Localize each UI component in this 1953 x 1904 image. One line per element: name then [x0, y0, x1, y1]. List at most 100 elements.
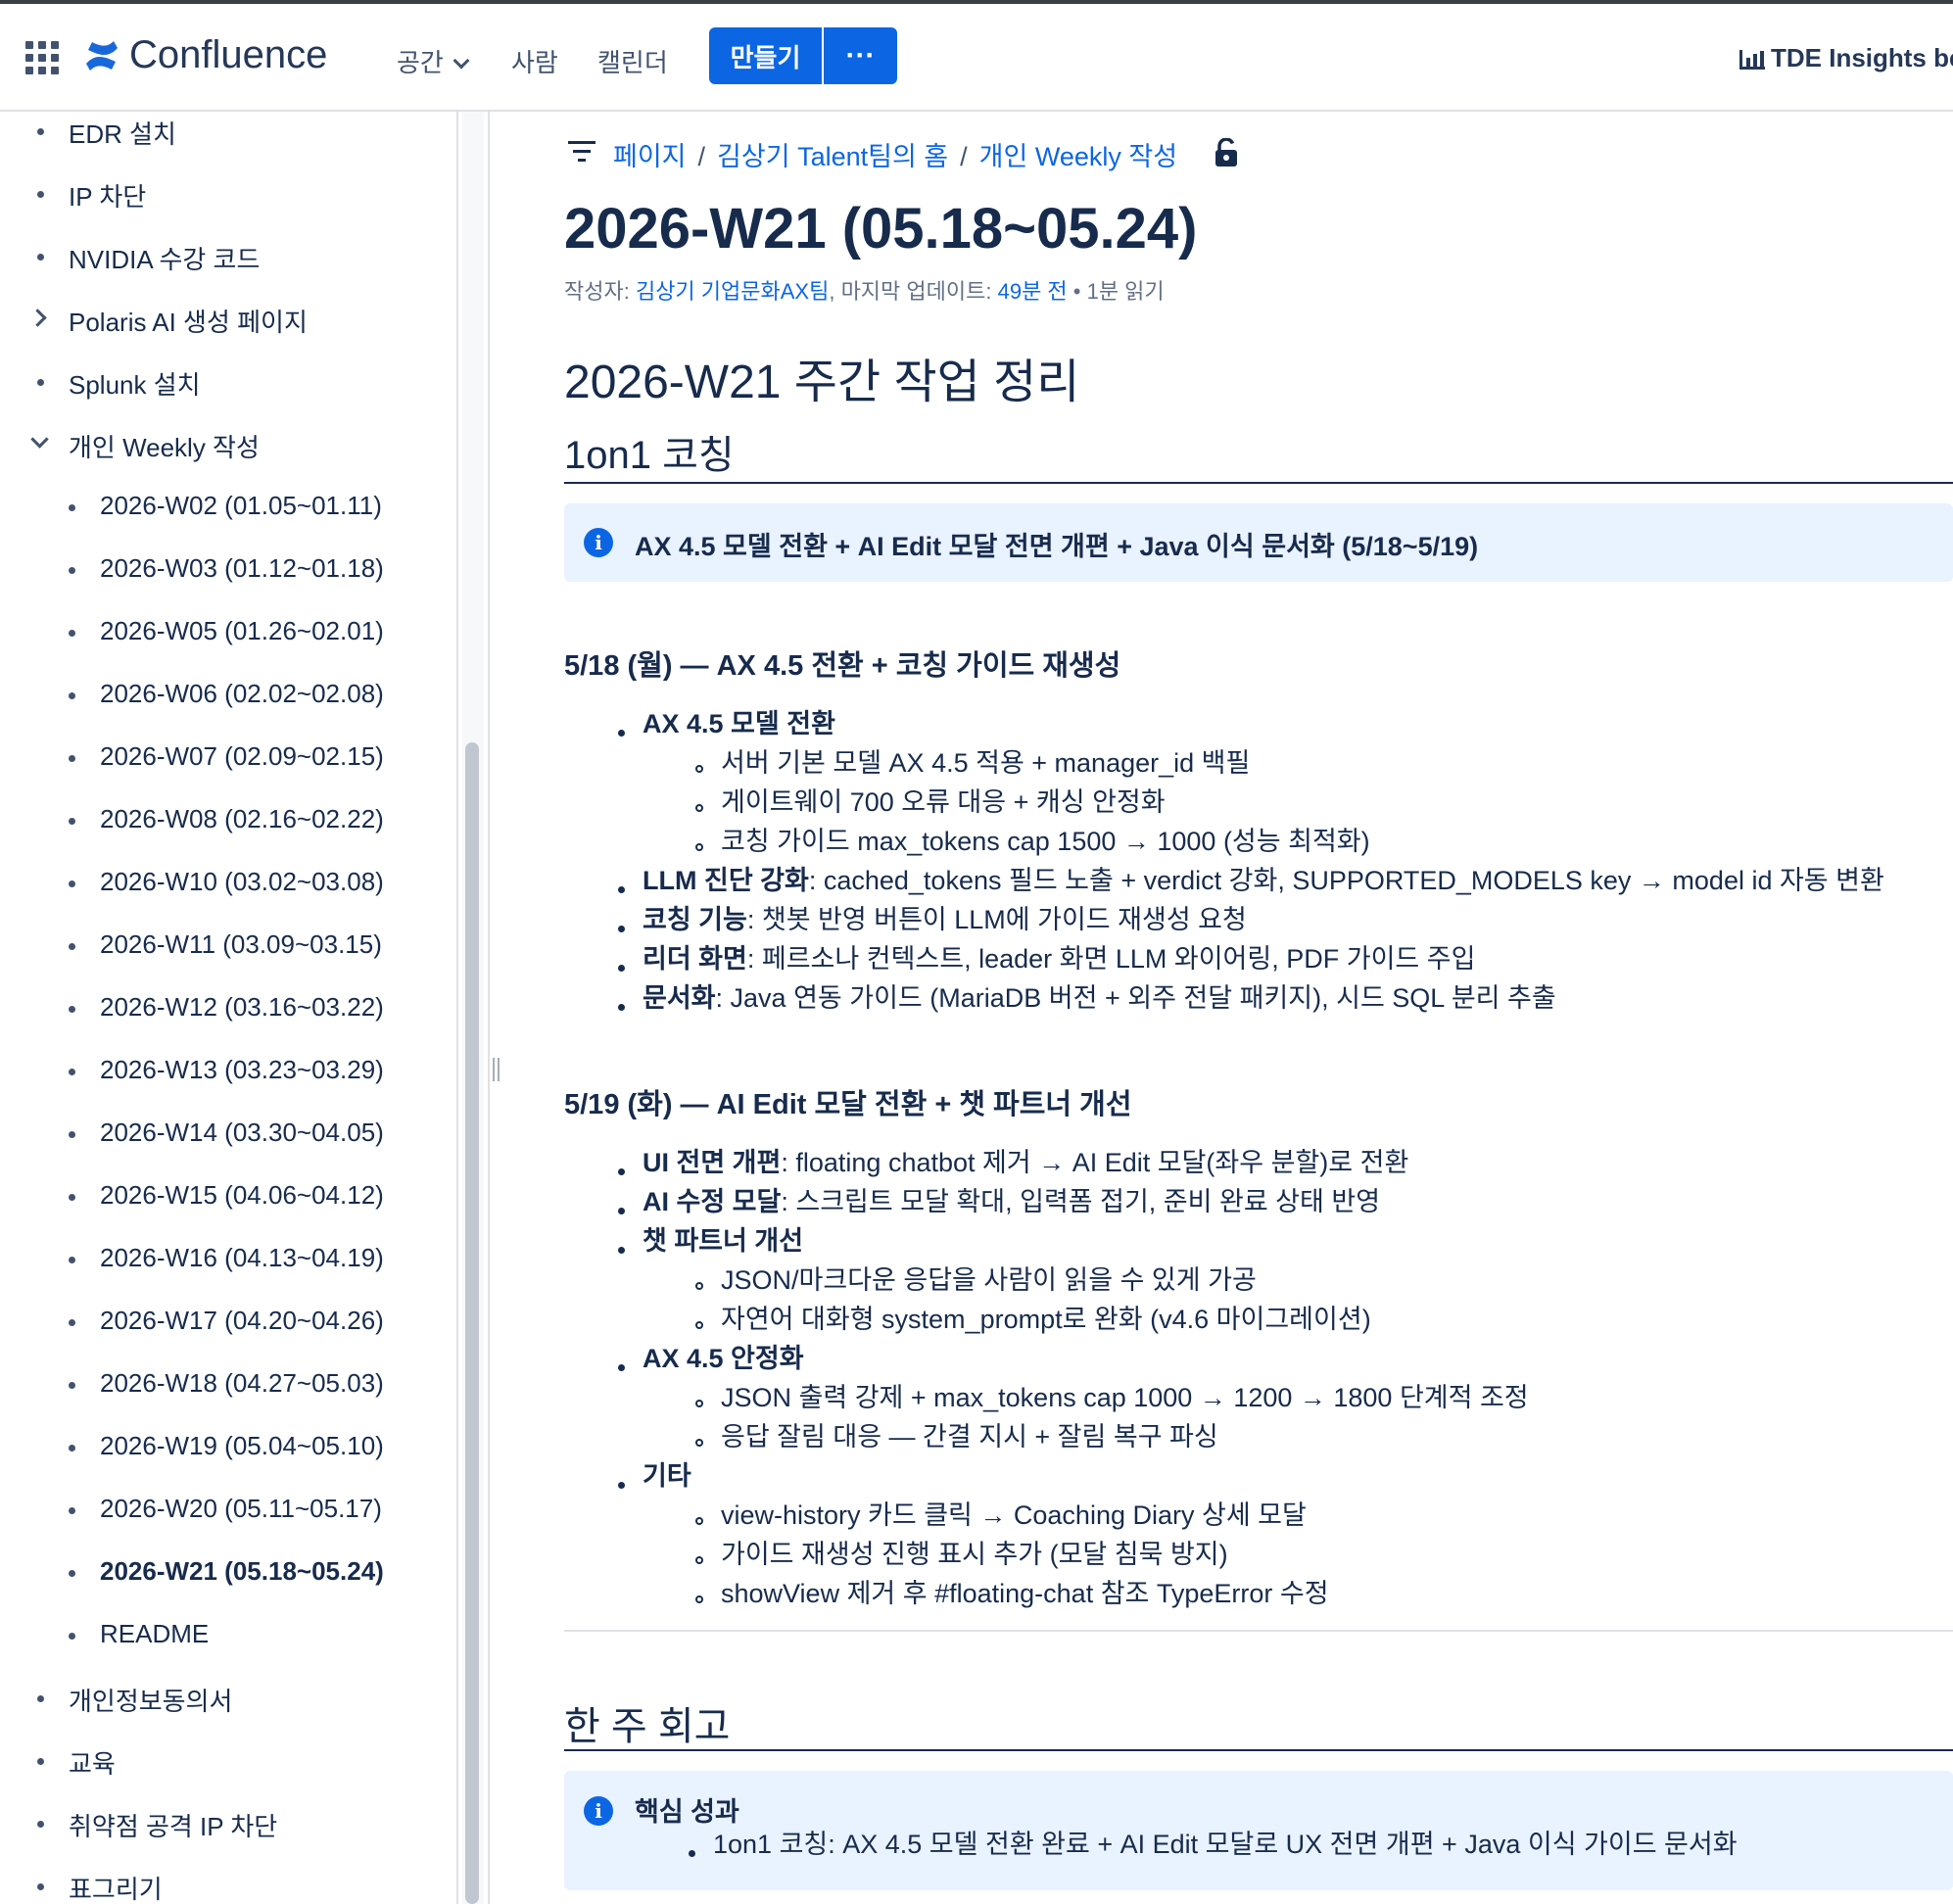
sidebar-item-label: 2026-W16 (04.13~04.19): [100, 1243, 384, 1272]
sidebar-item-label: 2026-W15 (04.06~04.12): [100, 1180, 384, 1210]
sidebar-weekly-item[interactable]: 2026-W03 (01.12~01.18): [0, 550, 431, 590]
sub-list-item: 가이드 재생성 진행 표시 추가 (모달 침묵 방지): [721, 1540, 1228, 1569]
bullet-icon: [69, 692, 75, 699]
sidebar-resize-handle[interactable]: [493, 1058, 502, 1081]
sidebar-scrollbar-thumb[interactable]: [465, 742, 479, 1904]
list-item-label: AX 4.5 안정화: [643, 1344, 804, 1373]
sidebar-item[interactable]: 교육: [0, 1741, 431, 1781]
list-item: 리더 화면: 페르소나 컨텍스트, leader 화면 LLM 와이어링, PD…: [643, 942, 1475, 976]
bullet-icon: [618, 886, 625, 893]
sidebar-item[interactable]: 개인정보동의서: [0, 1679, 431, 1718]
bullet-icon: [37, 1695, 44, 1702]
filter-icon[interactable]: [568, 141, 595, 163]
bullet-icon: [618, 1482, 625, 1489]
list-item-label: UI 전면 개편: [643, 1148, 782, 1177]
breadcrumb-item[interactable]: 김상기 Talent팀의 홈: [717, 142, 948, 171]
sidebar-item[interactable]: NVIDIA 수강 코드: [0, 237, 431, 276]
sidebar-weekly-item[interactable]: 2026-W10 (03.02~03.08): [0, 864, 431, 903]
app-name[interactable]: Confluence: [129, 33, 327, 77]
sidebar-weekly-item[interactable]: 2026-W20 (05.11~05.17): [0, 1491, 431, 1530]
nav-people[interactable]: 사람: [511, 43, 558, 79]
bullet-icon: [618, 965, 625, 972]
sidebar-weekly-item-current[interactable]: 2026-W21 (05.18~05.24): [0, 1553, 431, 1593]
sidebar-weekly-item[interactable]: 2026-W16 (04.13~04.19): [0, 1240, 431, 1279]
sidebar-item-label: 2026-W08 (02.16~02.22): [100, 804, 384, 833]
sidebar-weekly-item[interactable]: README: [0, 1616, 431, 1655]
sidebar-weekly-item[interactable]: 2026-W17 (04.20~04.26): [0, 1303, 431, 1342]
confluence-logo-icon[interactable]: [84, 39, 119, 72]
sidebar-item[interactable]: Splunk 설치: [0, 362, 431, 402]
breadcrumb-item[interactable]: 페이지: [613, 142, 687, 171]
sidebar-weekly-item[interactable]: 2026-W19 (05.04~05.10): [0, 1428, 431, 1467]
sidebar-item[interactable]: 표그리기: [0, 1867, 431, 1904]
breadcrumb-item[interactable]: 개인 Weekly 작성: [979, 142, 1177, 171]
bullet-icon: [69, 1319, 75, 1326]
unlock-icon[interactable]: [1215, 138, 1240, 167]
bullet-icon: [618, 926, 625, 932]
sub-list-item: 게이트웨이 700 오류 대응 + 캐싱 안정화: [721, 787, 1166, 817]
sidebar-weekly-item[interactable]: 2026-W11 (03.09~03.15): [0, 927, 431, 966]
sub-list-item: 코칭 가이드 max_tokens cap 1500 → 1000 (성능 최적…: [721, 827, 1370, 856]
page-title: 2026-W21 (05.18~05.24): [564, 197, 1198, 261]
app-switcher-icon[interactable]: [25, 41, 59, 74]
tde-insights-button[interactable]: TDE Insights be: [1739, 43, 1953, 73]
section-divider: [564, 482, 1953, 484]
sidebar-item-label: 2026-W13 (03.23~03.29): [100, 1055, 384, 1084]
list-item-text: : floating chatbot 제거 → AI Edit 모달(좌우 분할…: [781, 1148, 1409, 1177]
create-more-button[interactable]: ···: [824, 27, 897, 84]
sidebar-item-label: IP 차단: [69, 182, 147, 212]
sub-bullet-icon: [695, 804, 703, 812]
list-item: 코칭 기능: 챗봇 반영 버튼이 LLM에 가이드 재생성 요청: [643, 903, 1247, 936]
byline-read-time: • 1분 읽기: [1067, 279, 1165, 304]
page-tree-sidebar: EDR 설치 IP 차단 NVIDIA 수강 코드 Polaris AI 생성 …: [0, 112, 456, 1904]
sidebar-item[interactable]: 개인 Weekly 작성: [0, 425, 431, 464]
sidebar-weekly-item[interactable]: 2026-W13 (03.23~03.29): [0, 1052, 431, 1091]
sidebar-weekly-item[interactable]: 2026-W08 (02.16~02.22): [0, 801, 431, 840]
bullet-icon: [618, 730, 625, 737]
list-item-label: 리더 화면: [643, 944, 747, 974]
bullet-icon: [37, 128, 44, 135]
bullet-icon: [69, 943, 75, 950]
sidebar-weekly-item[interactable]: 2026-W05 (01.26~02.01): [0, 613, 431, 652]
list-item-label: LLM 진단 강화: [643, 866, 809, 895]
sidebar-weekly-item[interactable]: 2026-W18 (04.27~05.03): [0, 1365, 431, 1404]
bullet-icon: [69, 567, 75, 574]
sidebar-weekly-item[interactable]: 2026-W07 (02.09~02.15): [0, 738, 431, 778]
top-navigation: Confluence 공간 사람 캘린더 만들기 ··· TDE Insight…: [0, 4, 1953, 112]
info-panel-text: AX 4.5 모델 전환 + AI Edit 모달 전면 개편 + Java 이…: [635, 532, 1479, 561]
nav-calendar[interactable]: 캘린더: [597, 43, 668, 79]
sidebar-item[interactable]: 취약점 공격 IP 차단: [0, 1804, 431, 1843]
list-item-label: 문서화: [643, 983, 716, 1013]
sidebar-weekly-item[interactable]: 2026-W02 (01.05~01.11): [0, 488, 431, 527]
bullet-icon: [618, 1247, 625, 1254]
sidebar-item-label: EDR 설치: [69, 119, 176, 149]
sub-bullet-icon: [695, 1439, 703, 1447]
list-item-text: : 스크립트 모달 확대, 입력폼 접기, 준비 완료 상태 반영: [781, 1187, 1381, 1216]
sidebar-item-label: 개인정보동의서: [69, 1687, 233, 1716]
list-item: 챗 파트너 개선: [643, 1224, 803, 1258]
sidebar-weekly-item[interactable]: 2026-W15 (04.06~04.12): [0, 1177, 431, 1216]
sidebar-item[interactable]: IP 차단: [0, 174, 431, 214]
sidebar-item[interactable]: EDR 설치: [0, 112, 431, 151]
byline-updated-link[interactable]: 49분 전: [998, 279, 1068, 304]
list-item: 기타: [643, 1459, 691, 1493]
sidebar-weekly-item[interactable]: 2026-W12 (03.16~03.22): [0, 989, 431, 1028]
bullet-icon: [69, 1507, 75, 1514]
bullet-icon: [37, 254, 44, 261]
bullet-icon: [37, 1821, 44, 1828]
sidebar-item[interactable]: Polaris AI 생성 페이지: [0, 300, 431, 339]
bullet-icon: [69, 1257, 75, 1263]
chevron-right-icon[interactable]: [28, 309, 47, 327]
sidebar-item-label: 2026-W12 (03.16~03.22): [100, 992, 384, 1022]
sidebar-weekly-item[interactable]: 2026-W06 (02.02~02.08): [0, 676, 431, 715]
chevron-down-icon[interactable]: [30, 430, 49, 449]
list-item: AX 4.5 안정화: [643, 1342, 804, 1375]
sidebar-weekly-item[interactable]: 2026-W14 (03.30~04.05): [0, 1115, 431, 1154]
sub-bullet-icon: [695, 1400, 703, 1407]
bar-chart-icon: [1739, 50, 1765, 71]
create-button[interactable]: 만들기: [709, 27, 822, 84]
nav-spaces[interactable]: 공간: [397, 43, 470, 79]
sub-bullet-icon: [695, 765, 703, 773]
byline-author-link[interactable]: 김상기 기업문화AX팀: [636, 279, 829, 304]
sub-bullet-icon: [695, 1517, 703, 1525]
